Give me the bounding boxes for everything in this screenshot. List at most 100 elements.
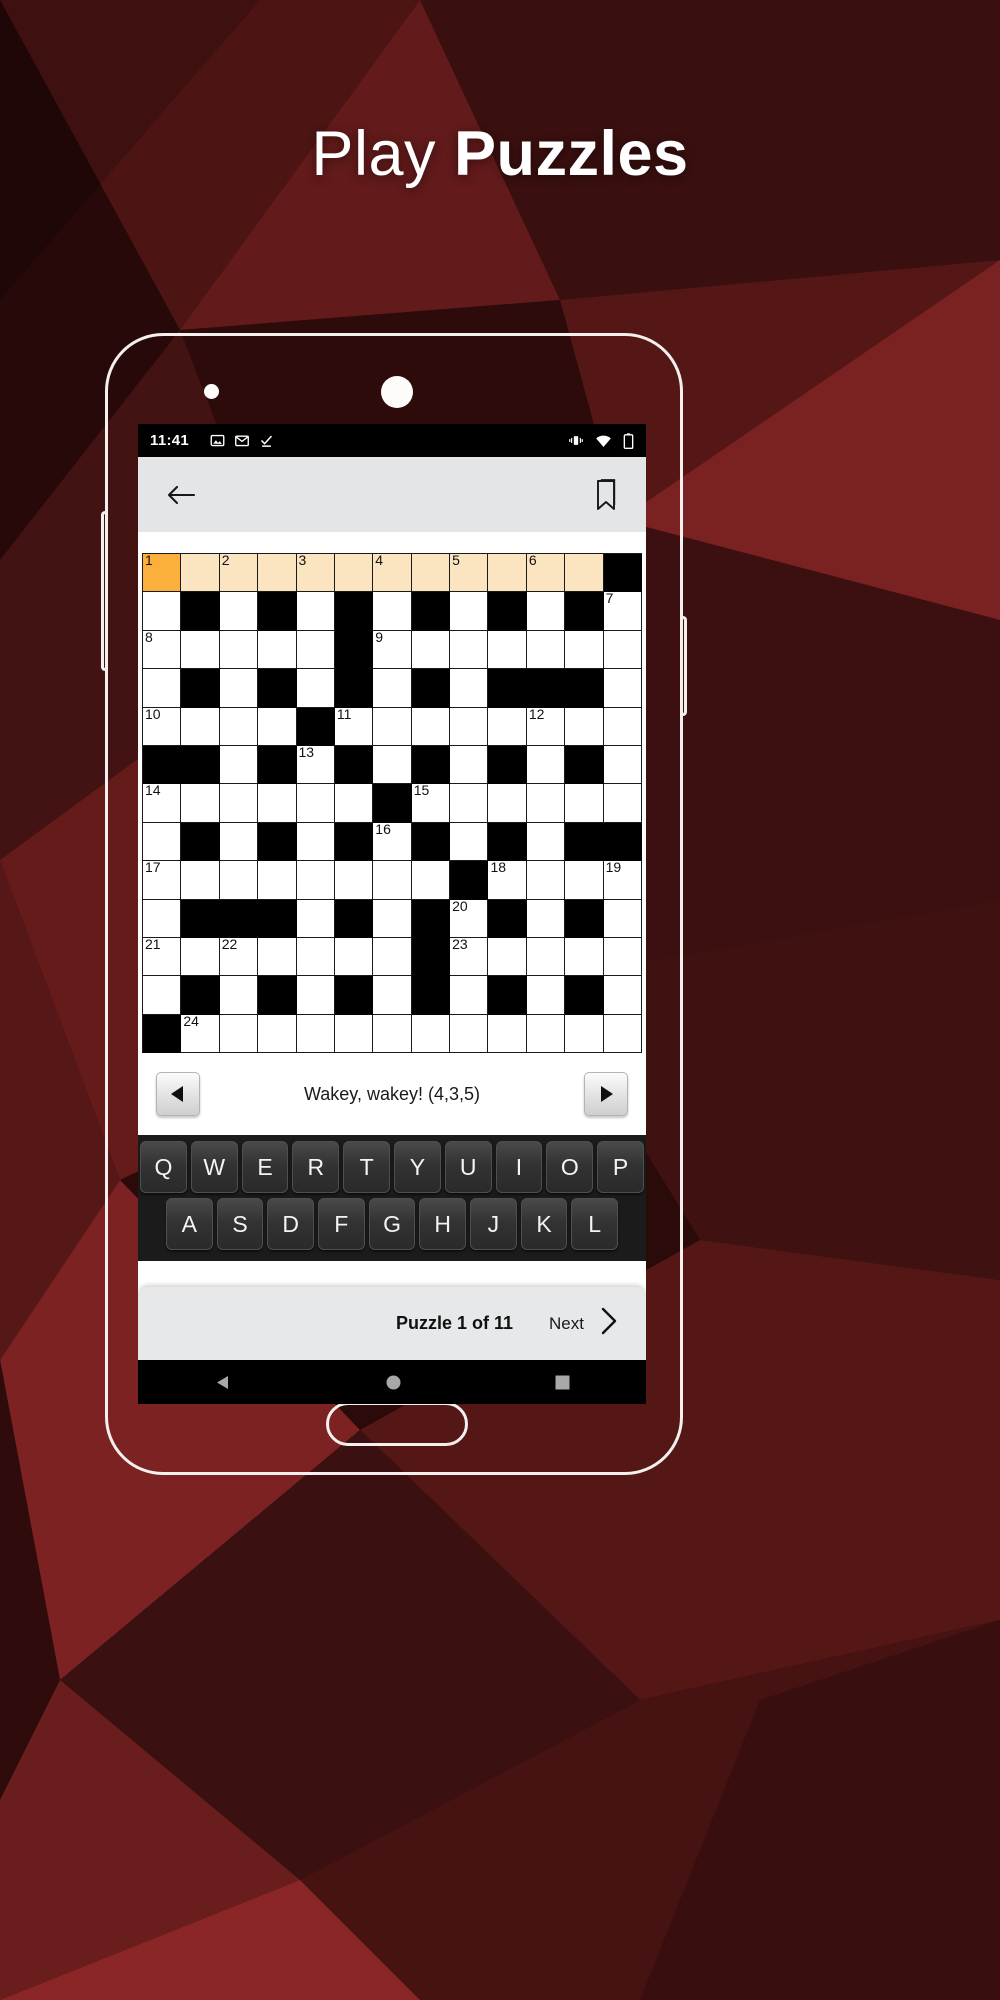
crossword-cell[interactable] — [258, 937, 297, 977]
crossword-cell[interactable] — [296, 976, 335, 1015]
crossword-cell[interactable] — [258, 707, 297, 746]
phone-volume-button[interactable] — [101, 511, 105, 671]
crossword-cell[interactable]: 14 — [142, 783, 182, 823]
crossword-cell[interactable]: 1 — [142, 553, 182, 593]
crossword-cell[interactable] — [219, 822, 259, 862]
crossword-cell[interactable] — [181, 784, 220, 823]
crossword-cell[interactable] — [411, 630, 451, 670]
crossword-cell[interactable] — [603, 899, 643, 938]
crossword-cell[interactable] — [411, 1014, 451, 1054]
crossword-cell[interactable] — [526, 592, 566, 631]
circle-home-icon[interactable] — [385, 1374, 402, 1391]
virtual-keyboard[interactable]: QWERTYUIOP ASDFGHJKL — [138, 1135, 646, 1262]
crossword-cell[interactable] — [142, 822, 182, 862]
crossword-cell[interactable] — [334, 1014, 374, 1054]
key-y[interactable]: Y — [394, 1141, 441, 1194]
crossword-cell[interactable]: 19 — [603, 860, 643, 900]
crossword-cell[interactable] — [219, 630, 259, 670]
crossword-cell[interactable] — [181, 937, 220, 977]
crossword-cell[interactable] — [411, 554, 451, 593]
crossword-cell[interactable]: 10 — [142, 706, 182, 746]
crossword-cell[interactable] — [603, 669, 643, 708]
crossword-cell[interactable] — [334, 937, 374, 977]
crossword-cell[interactable] — [219, 669, 259, 708]
crossword-cell[interactable] — [565, 554, 604, 593]
next-clue-icon[interactable] — [584, 1072, 628, 1117]
crossword-cell[interactable] — [296, 1014, 335, 1054]
crossword-cell[interactable]: 6 — [526, 553, 566, 593]
next-puzzle-button[interactable]: Next — [549, 1306, 620, 1341]
crossword-cell[interactable] — [411, 707, 451, 746]
crossword-cell[interactable] — [526, 745, 566, 785]
key-i[interactable]: I — [495, 1141, 543, 1194]
crossword-cell[interactable] — [488, 937, 527, 977]
crossword-cell[interactable]: 5 — [450, 553, 489, 593]
crossword-cell[interactable] — [526, 861, 566, 900]
crossword-cell[interactable] — [219, 784, 259, 823]
crossword-cell[interactable] — [450, 630, 489, 670]
crossword-cell[interactable] — [450, 592, 489, 631]
crossword-cell[interactable]: 4 — [373, 553, 412, 593]
crossword-cell[interactable] — [219, 745, 259, 785]
crossword-cell[interactable] — [488, 1014, 527, 1054]
crossword-cell[interactable] — [258, 784, 297, 823]
crossword-cell[interactable] — [488, 630, 527, 670]
phone-power-button[interactable] — [683, 616, 687, 716]
key-a[interactable]: A — [165, 1198, 213, 1251]
crossword-cell[interactable] — [296, 937, 335, 977]
crossword-cell[interactable]: 13 — [296, 744, 335, 785]
crossword-cell[interactable] — [526, 937, 566, 977]
crossword-cell[interactable] — [142, 592, 182, 631]
crossword-cell[interactable]: 22 — [219, 936, 259, 977]
crossword-cell[interactable] — [219, 592, 259, 631]
key-w[interactable]: W — [190, 1141, 238, 1194]
key-h[interactable]: H — [419, 1198, 467, 1251]
crossword-cell[interactable] — [373, 745, 412, 785]
crossword-cell[interactable]: 9 — [373, 629, 412, 670]
crossword-cell[interactable] — [450, 669, 489, 708]
crossword-cell[interactable] — [296, 669, 335, 708]
crossword-cell[interactable] — [450, 976, 489, 1015]
crossword-cell[interactable]: 21 — [142, 936, 182, 977]
crossword-cell[interactable] — [142, 976, 182, 1015]
crossword-cell[interactable] — [603, 707, 643, 746]
crossword-cell[interactable] — [603, 745, 643, 785]
crossword-cell[interactable] — [603, 1014, 643, 1054]
phone-home-button[interactable] — [326, 1402, 468, 1446]
crossword-cell[interactable] — [296, 630, 335, 670]
crossword-cell[interactable] — [373, 861, 412, 900]
crossword-cell[interactable]: 3 — [296, 553, 335, 593]
crossword-cell[interactable]: 23 — [450, 936, 489, 977]
crossword-cell[interactable] — [181, 861, 220, 900]
key-q[interactable]: Q — [140, 1141, 187, 1194]
crossword-cell[interactable]: 2 — [219, 553, 259, 593]
crossword-cell[interactable] — [450, 784, 489, 823]
crossword-cell[interactable] — [526, 822, 566, 862]
key-u[interactable]: U — [444, 1141, 492, 1194]
crossword-cell[interactable] — [526, 1014, 566, 1054]
key-r[interactable]: R — [292, 1141, 340, 1194]
back-arrow-icon[interactable] — [166, 482, 196, 508]
crossword-cell[interactable] — [526, 899, 566, 938]
bookmark-icon[interactable] — [594, 478, 618, 511]
crossword-cell[interactable] — [603, 937, 643, 977]
crossword-cell[interactable] — [219, 861, 259, 900]
crossword-cell[interactable] — [296, 861, 335, 900]
crossword-cell[interactable] — [219, 1014, 259, 1054]
crossword-cell[interactable] — [603, 630, 643, 670]
crossword-cell[interactable]: 16 — [373, 821, 412, 862]
key-k[interactable]: K — [520, 1198, 568, 1251]
key-s[interactable]: S — [216, 1198, 264, 1251]
crossword-cell[interactable] — [142, 669, 182, 708]
crossword-cell[interactable] — [258, 554, 297, 593]
crossword-cell[interactable]: 20 — [450, 898, 489, 938]
crossword-cell[interactable] — [219, 707, 259, 746]
key-f[interactable]: F — [318, 1198, 365, 1251]
crossword-cell[interactable] — [296, 592, 335, 631]
crossword-cell[interactable] — [181, 707, 220, 746]
key-d[interactable]: D — [267, 1198, 314, 1251]
crossword-cell[interactable] — [373, 592, 412, 631]
crossword-cell[interactable] — [373, 976, 412, 1015]
crossword-cell[interactable] — [565, 630, 604, 670]
crossword-cell[interactable] — [565, 937, 604, 977]
